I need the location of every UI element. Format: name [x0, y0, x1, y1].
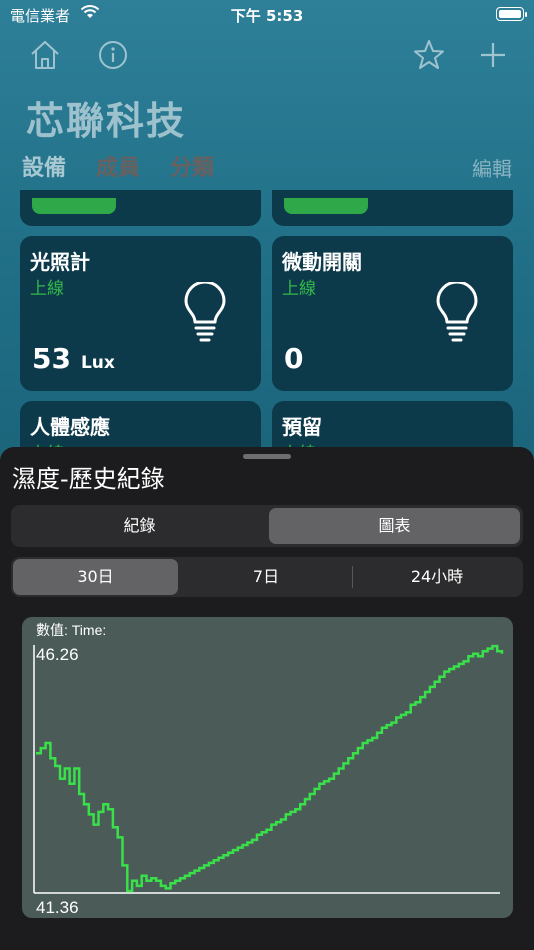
device-card-partial[interactable]	[20, 190, 261, 226]
sheet-grabber[interactable]	[243, 454, 291, 459]
segment-7-days[interactable]: 7日	[181, 559, 351, 595]
tab-members[interactable]: 成員	[96, 150, 140, 182]
device-name: 光照計	[30, 250, 90, 274]
plus-icon[interactable]	[476, 38, 510, 72]
star-icon[interactable]	[412, 38, 446, 72]
status-bar: 電信業者 下午 5:53	[0, 0, 534, 30]
history-sheet: 濕度-歷史紀錄 紀錄 圖表 30日 7日 24小時 數值: Time: 46.2…	[0, 447, 534, 950]
device-value: 0	[284, 342, 304, 375]
chart-title: 數值: Time:	[36, 622, 106, 638]
tab-categories[interactable]: 分類	[170, 150, 214, 182]
device-status: 上線	[282, 279, 316, 299]
segment-records[interactable]: 紀錄	[14, 508, 265, 544]
status-bar-green	[284, 198, 368, 214]
device-card-micro-switch[interactable]: 微動開關 上線 0	[272, 236, 513, 391]
lightbulb-icon	[435, 280, 479, 344]
device-value: 53 Lux	[32, 342, 115, 375]
chart-svg: 數值: Time: 46.26 41.36	[33, 622, 504, 917]
device-name: 預留	[282, 415, 322, 439]
device-card-light-meter[interactable]: 光照計 上線 53 Lux	[20, 236, 261, 391]
page-title: 芯聯科技	[26, 99, 187, 143]
segment-24-hours[interactable]: 24小時	[353, 559, 521, 595]
status-bar-green	[32, 198, 116, 214]
home-icon[interactable]	[28, 38, 62, 72]
segment-chart[interactable]: 圖表	[269, 508, 520, 544]
device-unit: Lux	[80, 353, 115, 373]
view-segmented-control: 紀錄 圖表	[11, 505, 523, 547]
segment-30-days[interactable]: 30日	[13, 559, 178, 595]
battery-icon	[496, 7, 527, 21]
lightbulb-icon	[183, 280, 227, 344]
device-status: 上線	[30, 279, 64, 299]
range-segmented-control: 30日 7日 24小時	[11, 557, 523, 597]
clock: 下午 5:53	[230, 7, 304, 25]
sheet-title: 濕度-歷史紀錄	[12, 465, 165, 493]
info-icon[interactable]	[96, 38, 130, 72]
device-name: 人體感應	[30, 415, 110, 439]
y-min-label: 41.36	[36, 898, 79, 917]
edit-button[interactable]: 編輯	[472, 153, 512, 182]
tab-devices[interactable]: 設備	[22, 150, 66, 182]
humidity-chart: 數值: Time: 46.26 41.36	[22, 617, 513, 918]
device-name: 微動開關	[282, 250, 362, 274]
series-line	[36, 644, 504, 893]
y-max-label: 46.26	[36, 645, 79, 664]
device-card-partial[interactable]	[272, 190, 513, 226]
